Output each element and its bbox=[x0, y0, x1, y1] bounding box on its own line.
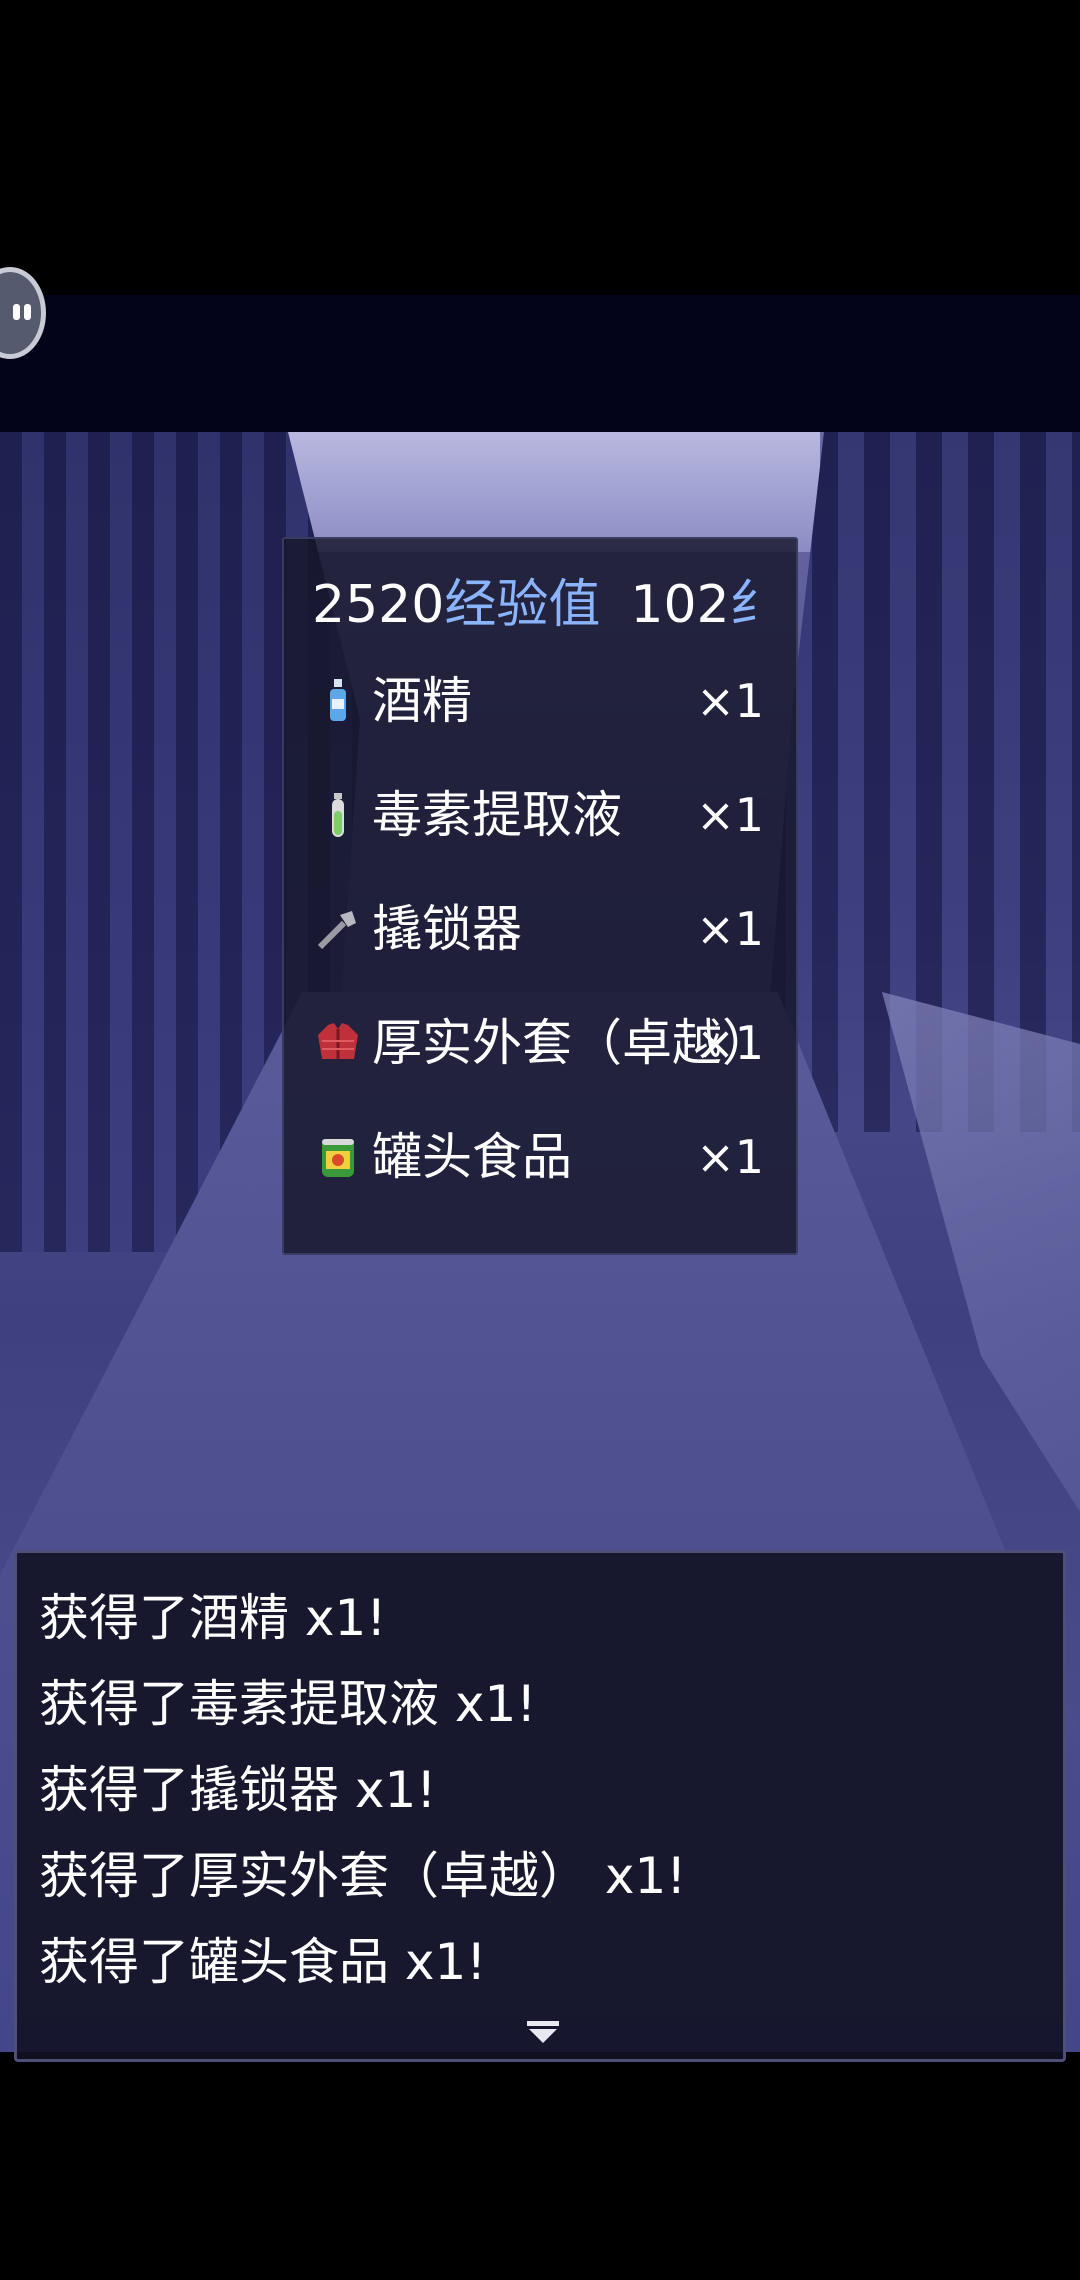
reward-item: 酒精 ×1 bbox=[284, 649, 796, 763]
reward-item: 厚实外套（卓越） ×1 bbox=[284, 991, 796, 1105]
toxin-vial-icon bbox=[332, 793, 344, 837]
bubble-eye-left bbox=[13, 304, 20, 320]
reward-item-qty: ×1 bbox=[696, 788, 764, 842]
reward-item-name: 酒精 bbox=[372, 672, 472, 730]
reward-item: 毒素提取液 ×1 bbox=[284, 763, 796, 877]
game-screen[interactable]: 2520经验值 102纟 酒精 ×1 毒素提取液 ×1 撬锁器 ×1 厚实外套（… bbox=[0, 0, 1080, 2280]
jacket-icon bbox=[318, 1023, 358, 1059]
continue-arrow-icon[interactable] bbox=[529, 2029, 557, 2043]
canned-food-icon bbox=[322, 1139, 354, 1177]
lockpick-icon bbox=[317, 911, 356, 950]
bubble-eye-right bbox=[24, 304, 31, 320]
second-reward-value: 102 bbox=[630, 575, 730, 635]
reward-header: 2520经验值 102纟 bbox=[312, 575, 782, 635]
exp-unit: 经验值 bbox=[444, 575, 601, 635]
reward-item-name: 毒素提取液 bbox=[372, 786, 622, 844]
sky bbox=[240, 432, 820, 552]
reward-item-qty: ×1 bbox=[696, 674, 764, 728]
second-reward-unit: 纟 bbox=[729, 575, 782, 635]
message-line: 获得了厚实外套（卓越） x1! bbox=[39, 1847, 687, 1905]
message-line: 获得了毒素提取液 x1! bbox=[39, 1675, 537, 1733]
message-line: 获得了酒精 x1! bbox=[39, 1589, 387, 1647]
message-line: 获得了罐头食品 x1! bbox=[39, 1933, 487, 1991]
reward-item-list: 酒精 ×1 毒素提取液 ×1 撬锁器 ×1 厚实外套（卓越） ×1 罐头食品 ×… bbox=[284, 649, 796, 1219]
alcohol-bottle-icon bbox=[330, 679, 346, 721]
reward-item: 罐头食品 ×1 bbox=[284, 1105, 796, 1219]
message-box[interactable]: 获得了酒精 x1! 获得了毒素提取液 x1! 获得了撬锁器 x1! 获得了厚实外… bbox=[14, 1550, 1066, 2062]
reward-item-qty: ×1 bbox=[696, 1130, 764, 1184]
continue-arrow-bar bbox=[527, 2021, 559, 2026]
exp-value: 2520 bbox=[312, 575, 445, 635]
message-line: 获得了撬锁器 x1! bbox=[39, 1761, 437, 1819]
reward-window: 2520经验值 102纟 酒精 ×1 毒素提取液 ×1 撬锁器 ×1 厚实外套（… bbox=[282, 537, 798, 1255]
reward-item-name: 撬锁器 bbox=[372, 900, 522, 958]
top-letterbox bbox=[0, 295, 1080, 432]
message-lines: 获得了酒精 x1! 获得了毒素提取液 x1! 获得了撬锁器 x1! 获得了厚实外… bbox=[39, 1575, 686, 2005]
reward-item: 撬锁器 ×1 bbox=[284, 877, 796, 991]
reward-item-qty: ×1 bbox=[696, 1016, 764, 1070]
reward-item-name: 罐头食品 bbox=[372, 1128, 572, 1186]
reward-item-qty: ×1 bbox=[696, 902, 764, 956]
